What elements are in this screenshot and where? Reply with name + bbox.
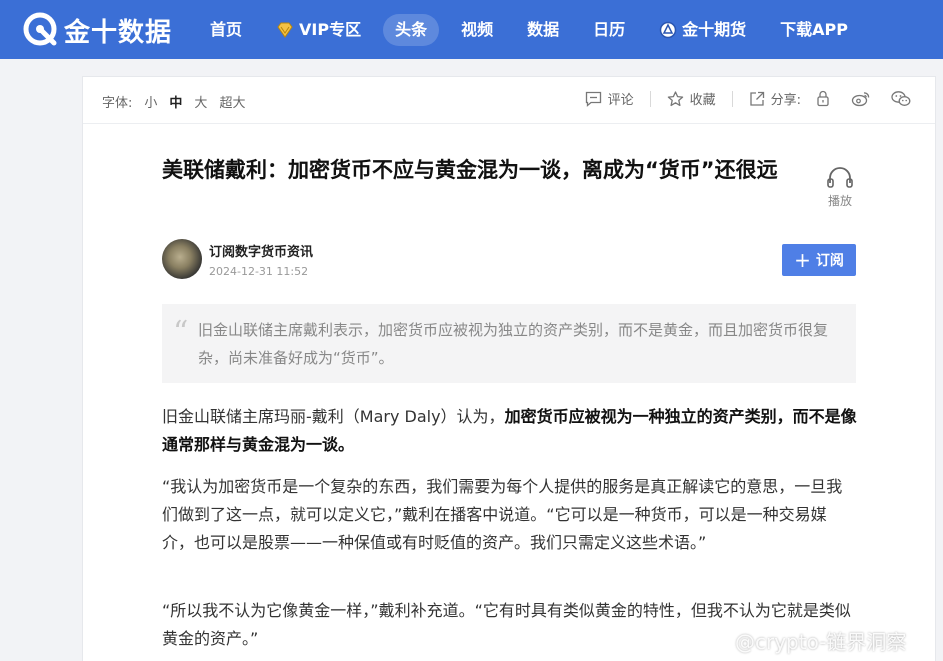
font-size-large[interactable]: 大 <box>194 92 207 111</box>
star-icon <box>667 90 683 106</box>
author-block: 订阅数字货币资讯 2024-12-31 11:52 <box>162 239 313 279</box>
nav-calendar[interactable]: 日历 <box>581 14 637 46</box>
main-nav: 首页 VIP专区 头条 视频 数据 日历 金十期货 下载APP <box>198 14 870 46</box>
article-summary: “ 旧金山联储主席戴利表示，加密货币应被视为独立的资产类别，而不是黄金，而且加密… <box>162 304 856 383</box>
watermark-text: @crypto-链界洞察 <box>735 630 907 654</box>
toolbar-divider <box>731 90 733 107</box>
comment-button[interactable]: 评论 <box>585 89 634 108</box>
play-audio-button[interactable]: 播放 <box>825 165 855 209</box>
paragraph-text: 旧金山联储主席玛丽-戴利（Mary Daly）认为， <box>162 407 505 426</box>
futures-icon <box>659 21 677 39</box>
nav-video[interactable]: 视频 <box>449 14 505 46</box>
font-size-label: 字体: <box>102 96 133 111</box>
nav-home[interactable]: 首页 <box>198 14 254 46</box>
font-size-xlarge[interactable]: 超大 <box>219 92 245 111</box>
article-toolbar: 字体: 小 中 大 超大 评论 收藏 分享: <box>83 77 935 124</box>
nav-label: 头条 <box>395 20 428 39</box>
nav-label: 金十期货 <box>682 20 747 39</box>
share-weibo-button[interactable] <box>851 90 877 107</box>
article-title: 美联储戴利：加密货币不应与黄金混为一谈，离成为“货币”还很远 <box>162 158 778 182</box>
vip-diamond-icon <box>276 22 294 38</box>
share-label: 分享: <box>770 93 801 108</box>
share-copy-link-button[interactable] <box>815 90 837 107</box>
watermark: @crypto-链界洞察 <box>703 626 906 655</box>
comment-icon <box>585 91 601 107</box>
subscribe-button[interactable]: + 订阅 <box>782 244 856 276</box>
font-size-small[interactable]: 小 <box>144 92 157 111</box>
article-paragraph: 旧金山联储主席玛丽-戴利（Mary Daly）认为，加密货币应被视为一种独立的资… <box>162 403 858 459</box>
weibo-icon <box>851 92 870 107</box>
author-avatar[interactable] <box>162 239 202 279</box>
plus-icon: + <box>794 248 811 272</box>
nav-label: 日历 <box>593 20 626 39</box>
nav-headlines[interactable]: 头条 <box>383 14 440 46</box>
nav-label: 下载APP <box>780 20 849 39</box>
quote-icon: “ <box>173 315 189 350</box>
favorite-label: 收藏 <box>689 93 716 108</box>
top-nav-bar: 金十数据 首页 VIP专区 头条 视频 数据 日历 金十期货 下载APP <box>0 0 943 59</box>
nav-download-app[interactable]: 下载APP <box>768 14 860 46</box>
publish-date: 2024-12-31 11:52 <box>209 264 309 278</box>
watermark-logo-icon <box>703 634 725 647</box>
comment-label: 评论 <box>607 93 634 108</box>
nav-label: VIP专区 <box>299 20 362 39</box>
lock-link-icon <box>817 90 829 107</box>
favorite-button[interactable]: 收藏 <box>667 89 716 108</box>
article-card: 字体: 小 中 大 超大 评论 收藏 分享: 美联储戴利：加密货币不应与黄金混为… <box>82 76 936 661</box>
nav-label: 首页 <box>210 20 243 39</box>
article-paragraph: “我认为加密货币是一个复杂的东西，我们需要为每个人提供的服务是真正解读它的意思，… <box>162 477 843 552</box>
play-label: 播放 <box>827 194 852 208</box>
logo-text: 金十数据 <box>64 17 173 48</box>
subscribe-label: 订阅 <box>815 253 844 269</box>
share-group: 分享: <box>749 89 917 108</box>
article-tools: 评论 收藏 分享: <box>569 89 917 108</box>
wechat-icon <box>891 91 911 106</box>
nav-data[interactable]: 数据 <box>515 14 571 46</box>
font-size-selector: 字体: 小 中 大 超大 <box>102 92 257 111</box>
share-wechat-button[interactable] <box>891 90 917 107</box>
share-icon <box>749 91 764 106</box>
author-info: 订阅数字货币资讯 2024-12-31 11:52 <box>209 241 313 278</box>
nav-vip[interactable]: VIP专区 <box>264 14 373 46</box>
site-logo[interactable]: 金十数据 <box>22 10 172 50</box>
nav-futures[interactable]: 金十期货 <box>647 14 758 46</box>
headphones-icon <box>827 167 853 188</box>
author-name[interactable]: 订阅数字货币资讯 <box>209 241 313 260</box>
summary-text: 旧金山联储主席戴利表示，加密货币应被视为独立的资产类别，而不是黄金，而且加密货币… <box>198 321 829 367</box>
font-size-medium[interactable]: 中 <box>169 92 182 111</box>
nav-label: 视频 <box>461 20 494 39</box>
nav-label: 数据 <box>527 20 560 39</box>
toolbar-divider <box>649 90 651 107</box>
logo-mark-icon <box>22 11 60 49</box>
